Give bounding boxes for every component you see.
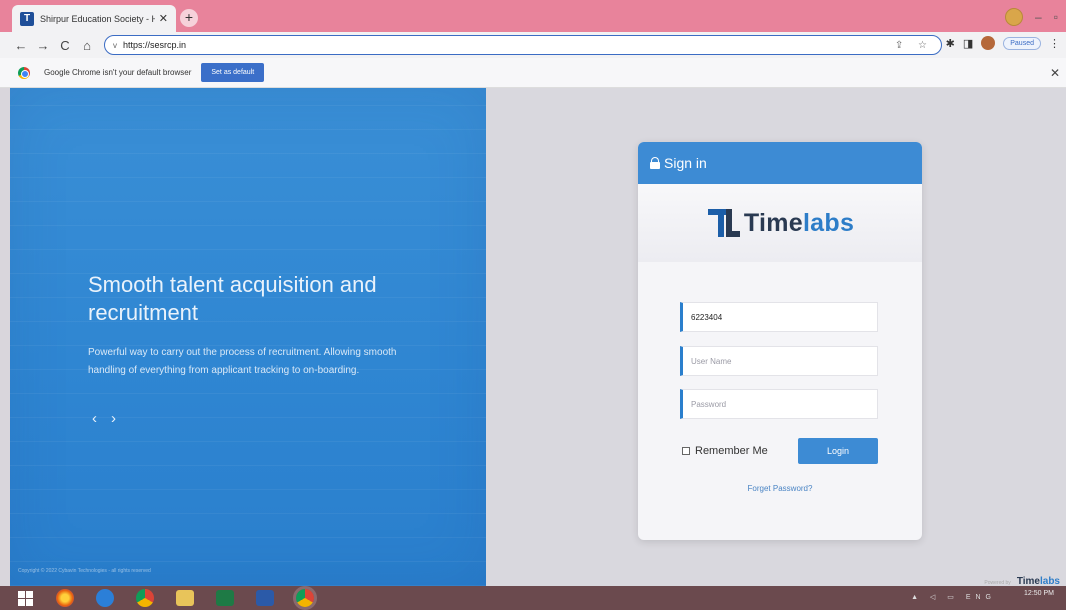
browser-titlebar: T Shirpur Education Society - HR I ✕ + –… [0, 0, 1066, 32]
infobar-close-icon[interactable]: ✕ [1050, 66, 1060, 80]
taskbar-ie[interactable] [90, 587, 120, 609]
taskbar-explorer[interactable] [170, 587, 200, 609]
browser-toolbar: ← → C ⌂ v https://sesrcp.in ⇪ ☆ ✱ ◨ Paus… [0, 32, 1066, 58]
back-icon[interactable]: ← [10, 38, 32, 53]
default-browser-infobar: Google Chrome isn't your default browser… [0, 58, 1066, 88]
username-field[interactable] [680, 346, 878, 376]
tab-close-icon[interactable]: ✕ [159, 12, 168, 25]
signin-card: Sign in Timelabs Remember Me Login Forge… [638, 142, 922, 540]
site-info-icon[interactable]: v [113, 41, 117, 50]
side-panel-icon[interactable]: ◨ [963, 37, 973, 50]
hero-subtitle: Powerful way to carry out the process of… [88, 347, 397, 376]
taskbar-chrome[interactable] [130, 587, 160, 609]
password-field[interactable] [680, 389, 878, 419]
lock-icon [650, 157, 660, 169]
toolbar-actions: ✱ ◨ Paused ⋮ [946, 36, 1060, 50]
extensions-icon[interactable]: ✱ [946, 37, 955, 50]
reload-icon[interactable]: C [54, 38, 76, 53]
browser-tab[interactable]: T Shirpur Education Society - HR I ✕ [12, 5, 176, 32]
chrome-logo-icon [18, 66, 30, 79]
firefox-icon [56, 589, 74, 607]
powered-by: Powered by Timelabs [984, 576, 1060, 586]
signin-header: Sign in [638, 142, 922, 184]
company-code-input[interactable] [683, 303, 877, 331]
windows-taskbar: ▲ ◁ ▭ ENG 12:50 PM [0, 586, 1066, 610]
folder-icon [176, 590, 194, 606]
profile-status-badge[interactable]: Paused [1003, 36, 1041, 50]
page-content: Smooth talent acquisition and recruitmen… [10, 88, 1066, 586]
copyright-text: Copyright © 2022 Cybavin Technologies - … [18, 568, 151, 574]
password-input[interactable] [683, 390, 877, 418]
signin-title: Sign in [664, 155, 707, 171]
hero-panel: Smooth talent acquisition and recruitmen… [10, 88, 486, 586]
taskbar-word[interactable] [250, 587, 280, 609]
minimize-icon[interactable]: – [1035, 10, 1042, 24]
chevron-left-icon[interactable]: ‹ [92, 410, 97, 427]
chevron-right-icon[interactable]: › [111, 410, 116, 427]
site-favicon-icon: T [20, 11, 34, 26]
maximize-icon[interactable]: ▫ [1054, 10, 1058, 24]
chrome-icon [136, 589, 154, 607]
chrome-icon [293, 586, 317, 610]
remember-me-label: Remember Me [695, 445, 768, 457]
system-tray[interactable]: ▲ ◁ ▭ ENG [911, 593, 996, 601]
taskbar-excel[interactable] [210, 587, 240, 609]
share-bookmark-icon[interactable]: ⇪ ☆ [895, 40, 933, 51]
infobar-message: Google Chrome isn't your default browser [44, 68, 192, 77]
windows-logo-icon [17, 590, 33, 606]
start-button[interactable] [10, 587, 40, 609]
clock[interactable]: 12:50 PM [1024, 590, 1054, 598]
timelabs-logo-icon [706, 207, 740, 239]
window-controls: – ▫ [1005, 8, 1058, 26]
tab-title: Shirpur Education Society - HR I [40, 13, 155, 24]
internet-explorer-icon [96, 589, 114, 607]
excel-icon [216, 590, 234, 606]
word-icon [256, 590, 274, 606]
company-code-field[interactable] [680, 302, 878, 332]
logo-wordmark: Timelabs [743, 208, 855, 237]
taskbar-chrome-active[interactable] [290, 586, 320, 610]
address-bar[interactable]: v https://sesrcp.in ⇪ ☆ [104, 35, 942, 55]
url-text[interactable]: https://sesrcp.in [123, 40, 895, 50]
forward-icon[interactable]: → [32, 38, 54, 53]
login-button[interactable]: Login [798, 438, 878, 464]
set-default-button[interactable]: Set as default [201, 63, 265, 82]
username-input[interactable] [683, 347, 877, 375]
new-tab-button[interactable]: + [180, 9, 198, 27]
profile-chevron-icon[interactable] [1005, 8, 1024, 26]
carousel-controls: ‹ › [92, 410, 116, 427]
timelabs-logo: Timelabs [638, 184, 922, 262]
home-icon[interactable]: ⌂ [76, 38, 98, 53]
remember-me-checkbox[interactable] [682, 447, 690, 455]
menu-icon[interactable]: ⋮ [1049, 37, 1060, 50]
remember-me[interactable]: Remember Me [682, 445, 768, 457]
powered-by-brand: Timelabs [1016, 576, 1060, 586]
taskbar-firefox[interactable] [50, 587, 80, 609]
hero-title: Smooth talent acquisition and recruitmen… [88, 272, 377, 325]
forgot-password-link[interactable]: Forget Password? [638, 484, 922, 493]
avatar[interactable] [981, 36, 996, 50]
